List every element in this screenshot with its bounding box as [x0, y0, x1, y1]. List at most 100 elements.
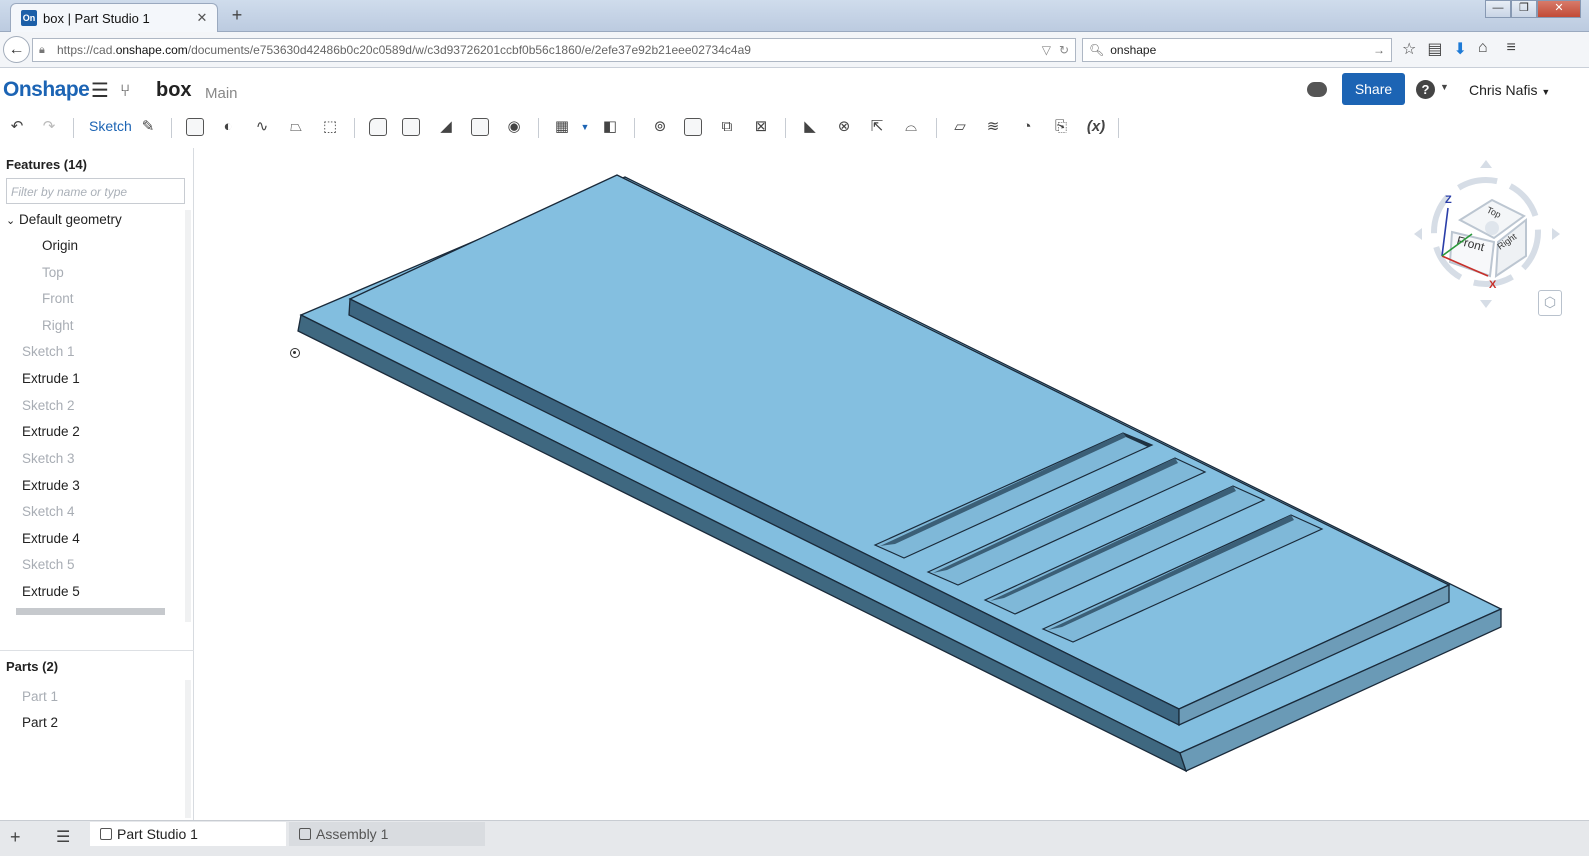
chamfer-icon[interactable] — [402, 118, 420, 136]
draft-icon[interactable]: ◢ — [435, 117, 457, 137]
variable-button[interactable]: (x) — [1083, 117, 1109, 137]
workspace-name[interactable]: Main — [205, 85, 238, 102]
version-graph-icon[interactable]: ⑂ — [120, 81, 130, 101]
redo-icon[interactable]: ↷ — [38, 117, 60, 137]
sweep-icon[interactable]: ∿ — [251, 117, 273, 137]
feature-filter-input[interactable]: Filter by name or type — [6, 178, 185, 204]
delete-part-icon[interactable]: ⊠ — [750, 117, 772, 137]
pattern-dropdown-icon[interactable]: ▼ — [574, 117, 596, 137]
default-geometry-group[interactable]: ⌄ Default geometry — [6, 212, 122, 227]
toolbar-separator — [538, 118, 539, 138]
feature-item[interactable]: Extrude 3 — [22, 478, 80, 493]
extrude-icon[interactable] — [186, 118, 204, 136]
tab-assembly[interactable]: Assembly 1 — [289, 822, 485, 846]
feature-list-scrollbar[interactable] — [16, 608, 165, 615]
feature-item[interactable]: Sketch 5 — [22, 557, 75, 572]
feature-item[interactable]: Right — [42, 318, 74, 333]
shell-icon[interactable] — [471, 118, 489, 136]
loft-icon[interactable]: ⏢ — [285, 117, 307, 137]
back-button[interactable]: ← — [3, 36, 30, 63]
view-arrow-left-icon[interactable] — [1414, 228, 1422, 240]
helix-icon[interactable]: ≋ — [982, 117, 1004, 137]
delete-face-icon[interactable]: ⊗ — [833, 117, 855, 137]
modify-fillet-icon[interactable]: ◣ — [799, 117, 821, 137]
feature-item[interactable]: Extrude 1 — [22, 371, 80, 386]
user-name: Chris Nafis — [1469, 82, 1538, 98]
view-arrow-up-icon[interactable] — [1480, 160, 1492, 168]
model-canvas[interactable] — [195, 142, 1589, 820]
revolve-icon[interactable]: ◐ — [217, 117, 239, 137]
new-tab-button[interactable]: + — [228, 6, 246, 24]
restore-window-button[interactable]: ❐ — [1511, 0, 1537, 18]
feature-item[interactable]: Sketch 3 — [22, 451, 75, 466]
help-icon[interactable]: ? — [1416, 80, 1435, 99]
document-name[interactable]: box — [156, 79, 192, 102]
dropdown-arrow-icon[interactable]: ▽ — [1042, 43, 1051, 57]
replace-face-icon[interactable]: ⌓ — [900, 117, 922, 137]
chevron-down-icon[interactable]: ⌄ — [6, 215, 15, 227]
import-icon[interactable]: ⎘ — [1050, 117, 1072, 137]
sketch-button[interactable]: Sketch — [89, 118, 132, 134]
move-face-icon[interactable]: ⇱ — [866, 117, 888, 137]
search-input[interactable]: onshape — [1110, 43, 1156, 57]
window-controls: — ❐ ✕ — [1485, 0, 1581, 18]
browser-menu-icon[interactable]: ≡ — [1507, 39, 1516, 59]
add-tab-button[interactable]: + — [10, 827, 21, 848]
feature-item[interactable]: Front — [42, 291, 74, 306]
tab-list-icon[interactable]: ☰ — [56, 827, 70, 847]
onshape-logo[interactable]: Onshape — [3, 78, 90, 102]
cube-corner[interactable] — [1485, 221, 1499, 235]
split-icon[interactable] — [684, 118, 702, 136]
help-caret-icon[interactable]: ▼ — [1440, 82, 1449, 92]
pattern-icon[interactable]: ▦ — [551, 117, 573, 137]
feature-item[interactable]: Origin — [42, 238, 78, 253]
comment-icon[interactable] — [1307, 82, 1327, 97]
bookmark-star-icon[interactable]: ☆ — [1402, 39, 1416, 59]
browser-tab[interactable]: On box | Part Studio 1 ✕ — [10, 3, 218, 32]
share-button[interactable]: Share — [1342, 73, 1405, 105]
view-options-cube-icon[interactable]: ⬡ — [1538, 290, 1562, 316]
close-window-button[interactable]: ✕ — [1537, 0, 1581, 18]
part-item[interactable]: Part 1 — [22, 689, 58, 704]
feature-list-vertical-scrollbar[interactable] — [185, 210, 191, 622]
reading-list-icon[interactable]: ▤ — [1427, 39, 1442, 59]
minimize-window-button[interactable]: — — [1485, 0, 1511, 18]
view-arrow-right-icon[interactable] — [1552, 228, 1560, 240]
undo-icon[interactable]: ↶ — [6, 117, 28, 137]
view-arrow-down-icon[interactable] — [1480, 300, 1492, 308]
feature-item[interactable]: Sketch 4 — [22, 504, 75, 519]
sketch-pencil-icon[interactable]: ✎ — [137, 117, 159, 137]
axis-z-label: Z — [1445, 194, 1452, 206]
mirror-icon[interactable]: ◧ — [599, 117, 621, 137]
close-tab-icon[interactable]: ✕ — [193, 10, 211, 26]
user-menu[interactable]: Chris Nafis ▼ — [1469, 82, 1550, 98]
plane-icon[interactable]: ▱ — [949, 117, 971, 137]
app-header: Onshape ☰ ⑂ box Main Share ? ▼ Chris Naf… — [0, 68, 1589, 112]
fillet-icon[interactable] — [369, 118, 387, 136]
search-go-icon[interactable]: → — [1373, 43, 1385, 57]
feature-item[interactable]: Sketch 1 — [22, 344, 75, 359]
part-item[interactable]: Part 2 — [22, 715, 58, 730]
boolean-icon[interactable]: ⊚ — [649, 117, 671, 137]
reload-icon[interactable]: ↻ — [1059, 43, 1069, 57]
feature-item[interactable]: Top — [42, 265, 64, 280]
feature-panel: Features (14) Filter by name or type ⌄ D… — [0, 148, 194, 820]
transform-icon[interactable]: ⧉ — [716, 117, 738, 137]
feature-item[interactable]: Sketch 2 — [22, 398, 75, 413]
hole-icon[interactable]: ◉ — [503, 117, 525, 137]
feature-item[interactable]: Extrude 4 — [22, 531, 80, 546]
tab-part-studio[interactable]: Part Studio 1 — [90, 822, 286, 846]
parts-list-scrollbar[interactable] — [185, 680, 191, 818]
thicken-icon[interactable]: ⬚ — [319, 117, 341, 137]
tab-label: Part Studio 1 — [117, 826, 198, 842]
mate-connector-icon[interactable]: ◔ — [1016, 117, 1038, 137]
home-icon[interactable]: ⌂ — [1478, 39, 1488, 59]
search-box[interactable]: 🔍︎ onshape → — [1082, 38, 1392, 62]
feature-item[interactable]: Extrude 2 — [22, 424, 80, 439]
feature-item[interactable]: Extrude 5 — [22, 584, 80, 599]
graphics-viewport[interactable] — [195, 142, 1589, 820]
download-icon[interactable]: ⬇ — [1453, 39, 1466, 59]
panel-divider — [0, 650, 194, 651]
address-bar[interactable]: 🔒︎ https://cad.onshape.com/documents/e75… — [32, 38, 1076, 62]
menu-icon[interactable]: ☰ — [91, 81, 109, 101]
